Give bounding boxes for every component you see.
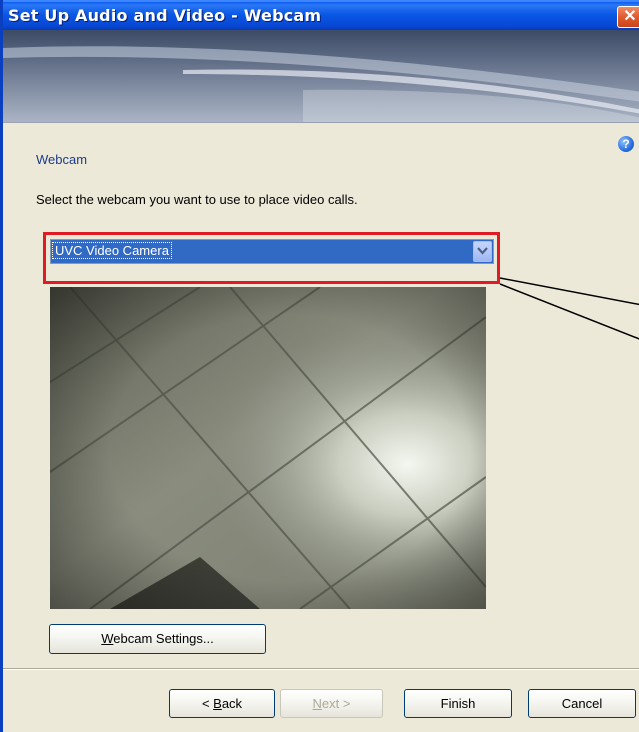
next-button[interactable]: Next > <box>280 689 383 718</box>
webcam-settings-button[interactable]: Webcam Settings... <box>49 624 266 654</box>
section-title: Webcam <box>36 152 88 167</box>
close-icon[interactable]: ✕ <box>617 6 639 28</box>
chevron-down-icon <box>477 247 488 255</box>
next-label-post: ext > <box>321 696 351 711</box>
webcam-select[interactable]: UVC Video Camera <box>50 239 494 264</box>
webcam-preview <box>50 287 486 609</box>
back-label-pre: < <box>201 696 214 711</box>
back-button[interactable]: < Back <box>169 689 275 718</box>
cancel-button[interactable]: Cancel <box>528 689 636 718</box>
instructions-text: Select the webcam you want to use to pla… <box>36 192 358 207</box>
webcam-select-value: UVC Video Camera <box>52 242 172 259</box>
help-icon[interactable]: ? <box>618 136 634 152</box>
next-accel: N <box>312 696 322 711</box>
webcam-settings-accel: W <box>101 631 114 646</box>
footer-divider <box>3 668 639 670</box>
banner-swoosh <box>3 46 639 122</box>
dialog-window: Set Up Audio and Video - Webcam ✕ ? Webc… <box>0 0 639 732</box>
back-accel: B <box>213 696 222 711</box>
back-label-post: ack <box>221 696 243 711</box>
webcam-settings-label: ebcam Settings... <box>113 631 214 646</box>
window-title: Set Up Audio and Video - Webcam <box>8 6 322 25</box>
title-bar[interactable]: Set Up Audio and Video - Webcam ✕ <box>3 0 639 30</box>
preview-image <box>50 287 486 609</box>
finish-button[interactable]: Finish <box>404 689 512 718</box>
dropdown-button[interactable] <box>473 241 492 262</box>
header-banner <box>3 30 639 123</box>
